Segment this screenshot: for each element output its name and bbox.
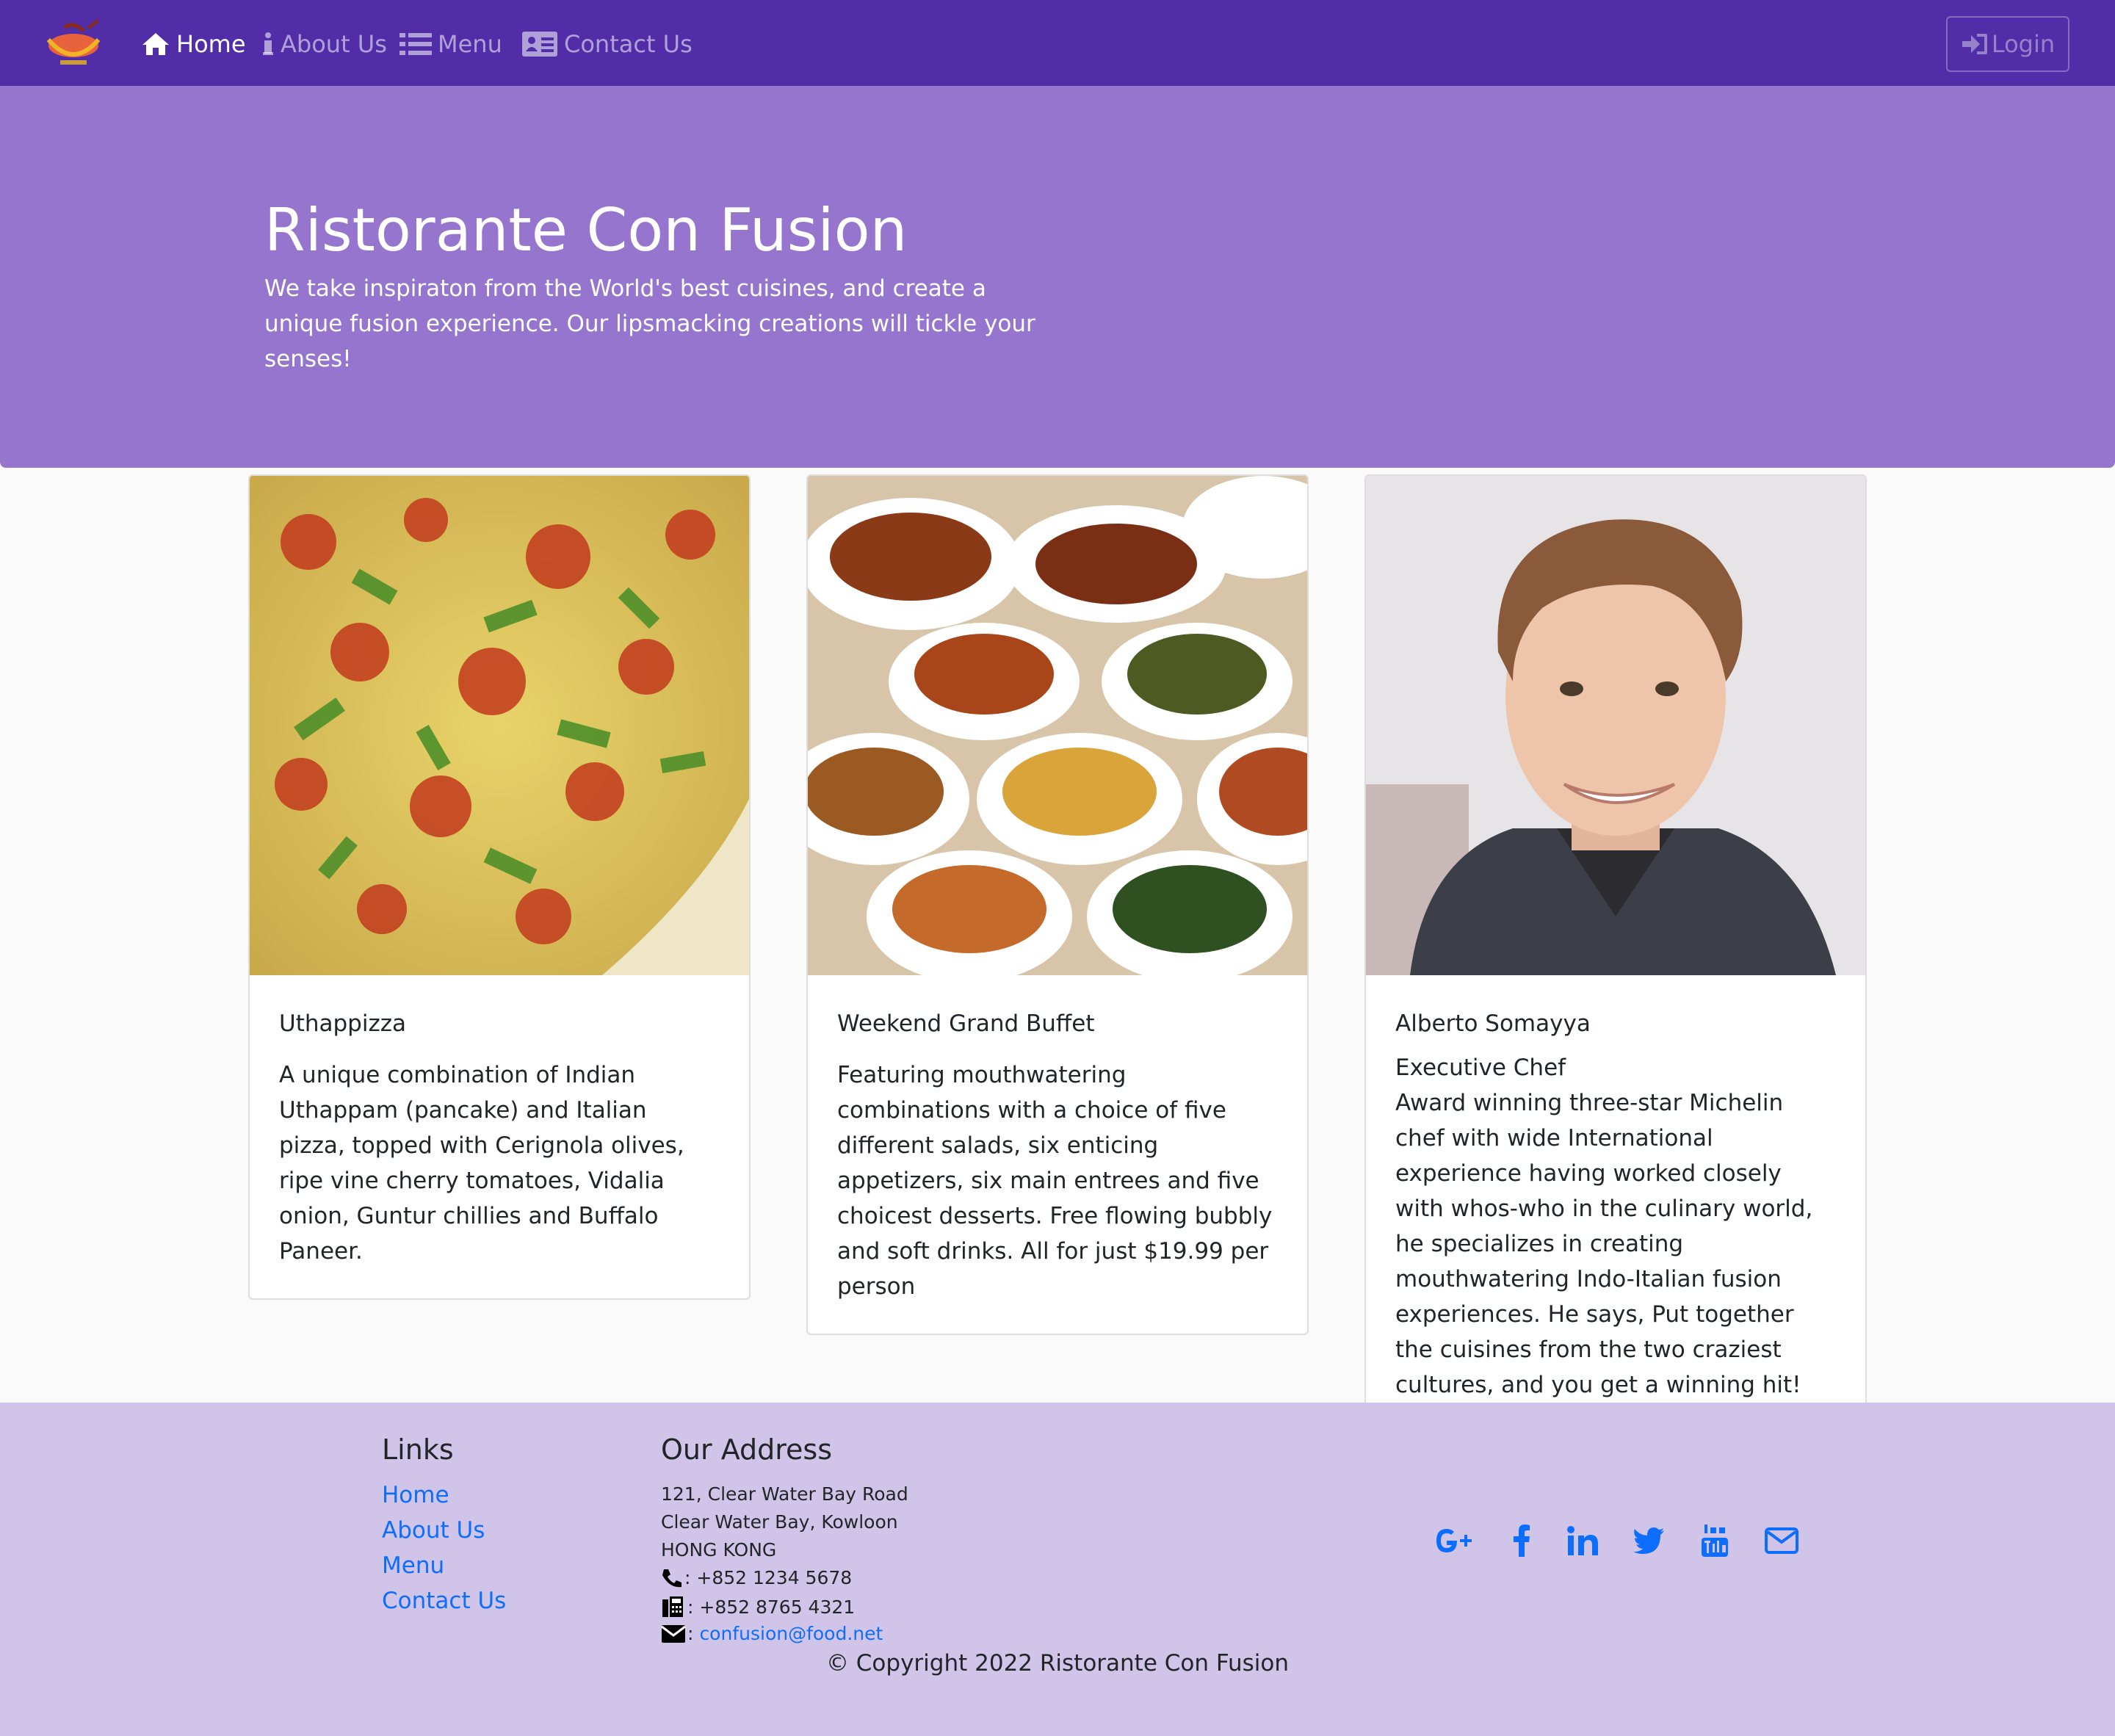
card-text: Award winning three-star Michelin chef w… xyxy=(1395,1090,1813,1433)
dish-card: Uthappizza A unique combination of India… xyxy=(248,474,751,1300)
card-body: Uthappizza A unique combination of India… xyxy=(250,975,749,1298)
uthappizza-image xyxy=(250,476,749,975)
address-line: Clear Water Bay, Kowloon xyxy=(661,1511,898,1533)
buffet-image xyxy=(808,476,1307,975)
nav-menu-label: Menu xyxy=(438,30,502,58)
card-body: Alberto Somayya Executive Chef Award win… xyxy=(1366,975,1865,1467)
nav-home-label: Home xyxy=(176,30,246,58)
restaurant-title: Ristorante Con Fusion xyxy=(264,196,908,264)
phone-number: : +852 1234 5678 xyxy=(684,1567,853,1588)
address-line: HONG KONG xyxy=(661,1539,777,1560)
card-body: Weekend Grand Buffet Featuring mouthwate… xyxy=(808,975,1307,1334)
leader-card: Alberto Somayya Executive Chef Award win… xyxy=(1364,474,1867,1469)
youtube-icon[interactable] xyxy=(1698,1520,1732,1561)
home-icon xyxy=(142,33,169,55)
footer-link-about[interactable]: About Us xyxy=(382,1517,485,1544)
footer-link-home[interactable]: Home xyxy=(382,1482,449,1508)
address-card-icon xyxy=(522,32,557,57)
envelope-icon xyxy=(661,1624,686,1643)
card-text: Featuring mouthwatering combinations wit… xyxy=(837,1062,1273,1300)
phone-line: : +852 1234 5678 xyxy=(661,1567,852,1588)
phone-icon xyxy=(662,1569,682,1587)
card-title: Alberto Somayya xyxy=(1395,1010,1591,1037)
login-button[interactable]: Login xyxy=(1946,16,2069,72)
nav-about[interactable]: About Us xyxy=(261,26,387,62)
email-link[interactable]: confusion@food.net xyxy=(699,1623,883,1644)
nav-home[interactable]: Home xyxy=(141,26,246,62)
restaurant-tagline: We take inspiraton from the World's best… xyxy=(264,275,1035,372)
footer-link-contact[interactable]: Contact Us xyxy=(382,1588,506,1614)
chef-photo xyxy=(1366,476,1865,975)
envelope-icon[interactable] xyxy=(1764,1520,1799,1561)
card-title: Uthappizza xyxy=(279,1010,406,1037)
address-line: 121, Clear Water Bay Road xyxy=(661,1483,908,1505)
login-label: Login xyxy=(1991,30,2056,58)
fax-icon xyxy=(662,1596,683,1617)
google-plus-icon[interactable] xyxy=(1431,1520,1478,1561)
nav-menu[interactable]: Menu xyxy=(400,26,502,62)
facebook-icon[interactable] xyxy=(1508,1520,1535,1561)
card-subtitle: Executive Chef xyxy=(1395,1055,1566,1081)
email-line: : confusion@food.net xyxy=(661,1623,883,1644)
logo[interactable] xyxy=(43,18,104,69)
fax-line: : +852 8765 4321 xyxy=(661,1595,855,1619)
linkedin-icon[interactable] xyxy=(1566,1520,1599,1561)
info-icon xyxy=(263,32,273,55)
copyright: © Copyright 2022 Ristorante Con Fusion xyxy=(825,1650,1290,1677)
promotion-card: Weekend Grand Buffet Featuring mouthwate… xyxy=(806,474,1309,1335)
nav-contact-label: Contact Us xyxy=(564,30,693,58)
card-title: Weekend Grand Buffet xyxy=(837,1010,1095,1037)
fax-number: : +852 8765 4321 xyxy=(687,1596,856,1618)
twitter-icon[interactable] xyxy=(1632,1520,1666,1561)
links-heading: Links xyxy=(382,1433,454,1466)
footer-link-menu[interactable]: Menu xyxy=(382,1552,444,1579)
list-icon xyxy=(400,33,432,55)
nav-about-label: About Us xyxy=(281,30,387,58)
jumbotron: Ristorante Con Fusion We take inspiraton… xyxy=(0,86,2115,468)
address-heading: Our Address xyxy=(661,1433,833,1466)
nav-contact[interactable]: Contact Us xyxy=(521,26,693,62)
card-text: A unique combination of Indian Uthappam … xyxy=(279,1062,684,1265)
sign-in-icon xyxy=(1962,34,1987,54)
navbar: Home About Us Menu Contact Us Login xyxy=(0,0,2115,86)
footer xyxy=(0,1403,2115,1736)
email-prefix: : xyxy=(687,1623,694,1644)
